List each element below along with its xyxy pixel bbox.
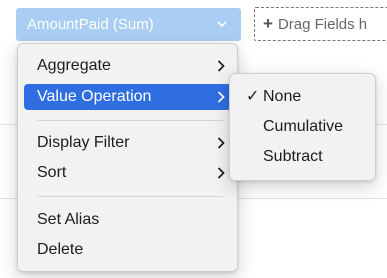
chevron-right-icon xyxy=(217,167,225,179)
submenu-item-subtract[interactable]: Subtract xyxy=(236,144,369,170)
menu-item-value-operation[interactable]: Value Operation xyxy=(24,84,231,110)
menu-item-delete[interactable]: Delete xyxy=(24,237,231,263)
menu-item-display-filter[interactable]: Display Filter xyxy=(24,130,231,156)
chevron-right-icon xyxy=(217,91,225,103)
submenu-item-label: None xyxy=(263,88,302,105)
submenu-item-label: Cumulative xyxy=(263,118,344,135)
menu-item-sort[interactable]: Sort xyxy=(24,160,231,186)
chevron-down-icon[interactable] xyxy=(215,17,229,31)
plus-icon: + xyxy=(263,14,273,33)
value-operation-submenu: ✓ None Cumulative Subtract xyxy=(229,73,376,181)
chevron-right-icon xyxy=(217,137,225,149)
menu-separator xyxy=(37,196,223,197)
drag-zone-label: Drag Fields h xyxy=(277,15,368,33)
submenu-item-cumulative[interactable]: Cumulative xyxy=(236,114,369,140)
menu-item-label: Set Alias xyxy=(37,211,100,228)
menu-item-set-alias[interactable]: Set Alias xyxy=(24,207,231,233)
menu-item-label: Aggregate xyxy=(37,57,111,74)
menu-item-label: Sort xyxy=(37,164,67,181)
menu-item-aggregate[interactable]: Aggregate xyxy=(24,53,231,79)
field-chip-label: AmountPaid (Sum) xyxy=(27,16,154,33)
menu-separator xyxy=(37,120,223,121)
field-context-menu: Aggregate Value Operation Display Filter… xyxy=(17,43,238,272)
chevron-right-icon xyxy=(217,60,225,72)
menu-item-label: Display Filter xyxy=(37,134,130,151)
menu-item-label: Value Operation xyxy=(37,88,152,105)
submenu-item-label: Subtract xyxy=(263,148,323,165)
checkmark-icon: ✓ xyxy=(246,88,260,105)
submenu-item-none[interactable]: ✓ None xyxy=(236,84,369,110)
menu-item-label: Delete xyxy=(37,241,84,258)
drag-fields-drop-zone[interactable]: + Drag Fields h xyxy=(254,7,387,41)
amountpaid-field-chip[interactable]: AmountPaid (Sum) xyxy=(16,8,241,41)
pivot-field-area: AmountPaid (Sum) + Drag Fields h Aggrega… xyxy=(0,0,387,278)
